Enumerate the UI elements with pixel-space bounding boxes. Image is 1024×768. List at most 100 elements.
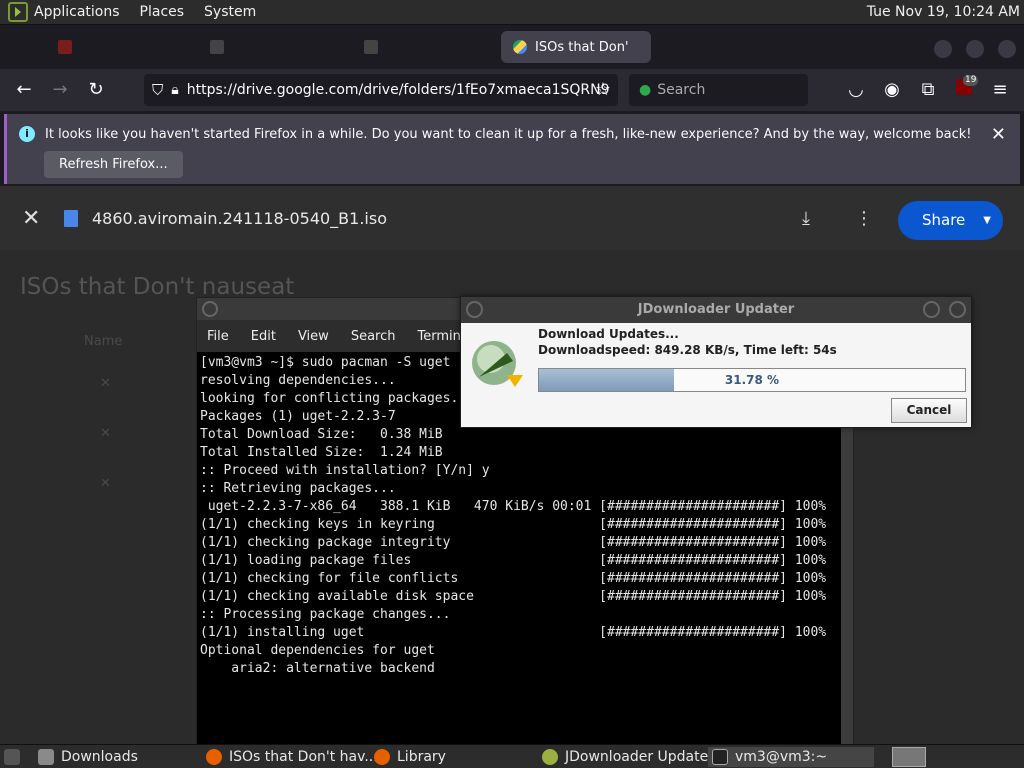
lock-icon[interactable]: 🔒︎ [171,82,178,98]
search-engine-icon: ● [639,82,652,98]
column-header-name[interactable]: Name [84,334,122,349]
jdownloader-updater-window: JDownloader Updater Download Updates... … [460,296,972,428]
list-item[interactable]: ✕ [100,426,111,441]
taskbar-label: Library [397,749,446,765]
top-panel: Applications Places System Tue Nov 19, 1… [0,0,1024,25]
close-preview-icon[interactable]: ✕ [22,206,40,231]
account-icon[interactable]: ◉ [881,79,903,101]
jdownloader-icon [542,749,558,765]
terminal-line: Optional dependencies for uget [200,643,435,658]
taskbar-item-firefox-isos[interactable]: ISOs that Don't hav... [206,747,378,767]
tab-google-drive[interactable]: ISOs that Don' [501,31,651,63]
show-desktop-icon[interactable] [4,747,27,767]
menu-applications[interactable]: Applications [34,4,120,20]
taskbar-item-library[interactable]: Library [374,747,446,767]
taskbar-label: JDownloader Updater [565,749,714,765]
bottom-taskbar: Downloads ISOs that Don't hav... Library… [0,744,1024,768]
folder-icon [38,749,54,765]
terminal-menu-view[interactable]: View [298,329,329,344]
forward-icon[interactable]: → [49,79,71,101]
workspace-switcher[interactable] [892,747,926,767]
tab-title: ISOs that Don' [535,39,629,55]
window-title: JDownloader Updater [637,302,795,317]
firefox-icon [374,749,390,765]
browser-tab-bar: ISOs that Don' [0,25,1024,69]
jdownloader-body: Download Updates... Downloadspeed: 849.2… [461,323,971,427]
tab-3[interactable] [364,31,386,63]
tab-mega[interactable] [58,31,80,63]
tab-2[interactable] [210,31,232,63]
share-label: Share [922,211,966,229]
notification-message: It looks like you haven't started Firefo… [45,127,972,142]
shield-icon[interactable]: ⛉ [152,81,163,99]
terminal-line: :: Proceed with installation? [Y/n] y [200,463,490,478]
terminal-line: (1/1) checking available disk space [###… [200,589,827,604]
minimize-icon[interactable] [934,40,952,58]
menu-places[interactable]: Places [140,4,185,20]
extensions-icon[interactable]: ⧉ [917,79,939,101]
taskbar-item-jdownloader[interactable]: JDownloader Updater [542,747,714,767]
search-bar[interactable]: ● Search [629,74,808,106]
terminal-menu-file[interactable]: File [207,329,229,344]
window-menu-icon[interactable] [466,301,483,318]
archive-icon [210,40,224,54]
chevron-down-icon[interactable]: ▼ [983,201,991,240]
file-title: 4860.aviromain.241118-0540_B1.iso [64,209,387,228]
url-bar[interactable]: ⛉ 🔒︎ https://drive.google.com/drive/fold… [144,74,618,106]
back-icon[interactable]: ← [13,79,35,101]
more-options-icon[interactable]: ⋮ [855,208,873,229]
terminal-icon [712,749,728,765]
terminal-line: (1/1) checking keys in keyring [########… [200,517,827,532]
close-window-icon[interactable] [998,40,1016,58]
window-menu-icon[interactable] [202,301,218,317]
download-progress-bar: 31.78 % [538,368,966,392]
pocket-icon[interactable]: ◡ [845,79,867,101]
list-item[interactable]: ✕ [100,376,111,391]
terminal-line: Total Download Size: 0.38 MiB [200,427,443,442]
terminal-line: uget-2.2.3-7-x86_64 388.1 KiB 470 KiB/s … [200,499,827,514]
terminal-line: :: Retrieving packages... [200,481,396,496]
terminal-menu-edit[interactable]: Edit [251,329,276,344]
taskbar-label: ISOs that Don't hav... [229,749,378,765]
ublock-badge: 19 [963,75,979,86]
jdownloader-titlebar[interactable]: JDownloader Updater [461,297,971,323]
file-name: 4860.aviromain.241118-0540_B1.iso [92,209,387,228]
menu-hamburger-icon[interactable]: ≡ [989,79,1011,101]
close-window-icon[interactable] [949,301,966,318]
close-icon[interactable]: ✕ [991,124,1006,145]
search-placeholder: Search [657,82,706,98]
taskbar-item-downloads[interactable]: Downloads [38,747,138,767]
maximize-icon[interactable] [966,40,984,58]
google-drive-icon [513,40,527,54]
download-icon[interactable]: ⤓ [802,208,810,229]
progress-label: 31.78 % [724,373,780,387]
jdownloader-logo-icon [472,341,523,387]
clock[interactable]: Tue Nov 19, 10:24 AM [867,4,1020,20]
refresh-firefox-button[interactable]: Refresh Firefox... [44,151,183,178]
bookmark-star-icon[interactable]: ☆ [592,79,614,101]
taskbar-label: Downloads [61,749,138,765]
menu-system[interactable]: System [204,4,256,20]
file-icon [64,210,78,227]
terminal-line: (1/1) checking package integrity [######… [200,535,827,550]
terminal-menu-search[interactable]: Search [351,329,396,344]
taskbar-item-terminal[interactable]: vm3@vm3:~ [708,747,874,767]
terminal-line: (1/1) installing uget [#################… [200,625,827,640]
archive-icon [364,40,378,54]
navigation-toolbar: ← → ↻ ⛉ 🔒︎ https://drive.google.com/driv… [0,69,1024,111]
url-text[interactable]: https://drive.google.com/drive/folders/1… [187,82,610,98]
ublock-origin-icon[interactable]: 19 [953,75,979,101]
distro-logo-icon[interactable] [8,2,28,22]
terminal-line: :: Processing package changes... [200,607,451,622]
list-item[interactable]: ✕ [100,476,111,491]
minimize-icon[interactable] [923,301,940,318]
cancel-button[interactable]: Cancel [891,398,967,423]
info-icon: i [19,126,35,142]
firefox-refresh-notification: i It looks like you haven't started Fire… [4,114,1020,184]
reload-icon[interactable]: ↻ [85,79,107,101]
mega-icon [58,40,72,54]
share-button[interactable]: Share ▼ [898,201,1003,240]
speed-line: Downloadspeed: 849.28 KB/s, Time left: 5… [538,343,837,357]
terminal-line: (1/1) loading package files [###########… [200,553,827,568]
file-preview-header: ✕ 4860.aviromain.241118-0540_B1.iso ⤓ ⋮ … [0,186,1024,250]
